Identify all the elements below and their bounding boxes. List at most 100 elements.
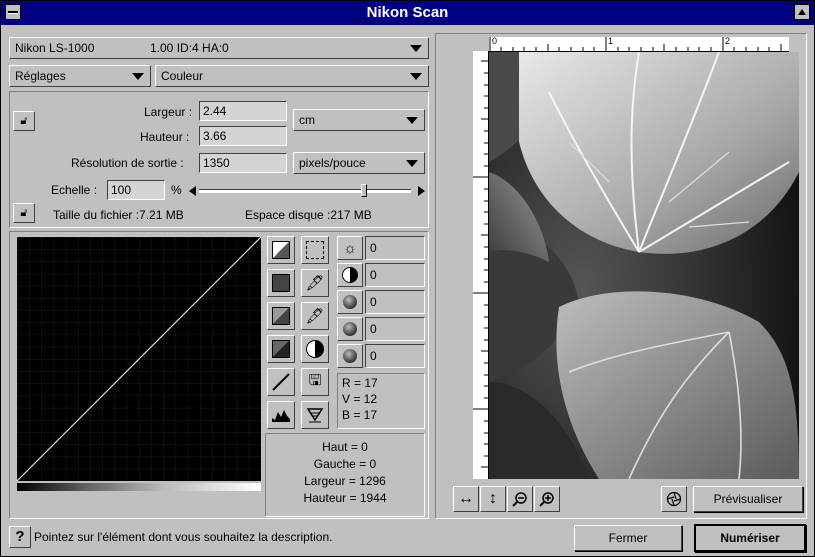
tool-contrast[interactable]	[301, 335, 329, 363]
red-balance-button[interactable]	[337, 290, 363, 314]
color-mode-label: Couleur	[161, 69, 204, 83]
device-name: Nikon LS-1000	[15, 41, 95, 55]
maximize-button[interactable]	[794, 4, 810, 20]
file-size: Taille du fichier :7.21 MB	[53, 208, 184, 222]
aperture-icon	[666, 491, 682, 507]
device-info: 1.00 ID:4 HA:0	[150, 41, 229, 55]
gray-gradient-bar	[17, 483, 261, 491]
chevron-down-icon	[410, 73, 422, 80]
fit-width-button[interactable]: ↔	[453, 486, 479, 512]
unit-label: cm	[299, 113, 315, 127]
auto-exposure-button[interactable]	[661, 486, 687, 512]
tool-histogram[interactable]	[267, 401, 295, 429]
tool-select-area[interactable]	[301, 236, 329, 264]
tool-curve-master[interactable]	[267, 236, 295, 264]
chevron-down-icon	[410, 45, 422, 52]
zoom-in-button[interactable]	[534, 486, 560, 512]
reglages-dropdown[interactable]: Réglages	[9, 65, 151, 87]
up-arrow-icon	[798, 9, 806, 15]
hauteur-field[interactable]: 3.66	[199, 126, 287, 146]
lock-icon: 🔓︎	[20, 206, 28, 219]
chevron-down-icon	[406, 117, 418, 124]
crop-left: Gauche = 0	[313, 457, 377, 471]
fit-height-button[interactable]: ↕	[480, 486, 506, 512]
scan-button[interactable]: Numériser	[694, 524, 806, 552]
help-icon[interactable]: ?	[9, 526, 31, 548]
slider-thumb[interactable]	[361, 184, 368, 197]
v-value: V = 12	[342, 392, 378, 406]
tool-linear-curve[interactable]	[267, 368, 295, 396]
curve-grid	[16, 236, 262, 482]
blue-balance-button[interactable]	[337, 344, 363, 368]
unit-dropdown[interactable]: cm	[293, 109, 425, 131]
horizontal-arrows-icon: ↔	[458, 490, 474, 507]
tool-save-curve[interactable]: 🖫︎	[301, 368, 329, 396]
blue-balance-value[interactable]: 0	[365, 344, 425, 368]
ruler-tick-1: 1	[608, 36, 614, 46]
green-balance-button[interactable]	[337, 317, 363, 341]
title-bar: Nikon Scan	[1, 1, 814, 25]
res-unit-label: pixels/pouce	[299, 156, 366, 170]
crop-width: Largeur = 1296	[304, 474, 386, 488]
device-dropdown[interactable]: Nikon LS-1000 1.00 ID:4 HA:0	[9, 37, 429, 59]
ruler-tick-2: 2	[725, 36, 731, 46]
contrast-button[interactable]	[337, 263, 363, 287]
nikon-scan-window: Nikon Scan Nikon LS-1000 1.00 ID:4 HA:0 …	[0, 0, 815, 557]
reglages-label: Réglages	[15, 69, 66, 83]
b-value: B = 17	[342, 408, 378, 422]
slider-left-arrow-icon	[189, 186, 196, 196]
slider-track	[199, 189, 411, 193]
zoom-out-button[interactable]	[507, 486, 533, 512]
ruler-vertical	[473, 51, 489, 479]
slider-right-arrow-icon	[418, 186, 425, 196]
echelle-field[interactable]: 100	[107, 180, 165, 200]
close-button[interactable]: Fermer	[574, 525, 682, 551]
scale-slider[interactable]	[187, 184, 427, 198]
red-balance-value[interactable]: 0	[365, 290, 425, 314]
chevron-down-icon	[132, 73, 144, 80]
curve-master-icon	[272, 241, 290, 259]
r-value: R = 17	[342, 376, 378, 390]
brightness-value[interactable]: 0	[365, 236, 425, 260]
tool-filter[interactable]	[301, 401, 329, 429]
lock-dimensions-button[interactable]: 🔓︎	[13, 111, 35, 131]
color-mode-dropdown[interactable]: Couleur	[155, 65, 429, 87]
tool-white-point[interactable]: 🖋︎	[301, 269, 329, 297]
echelle-label: Echelle :	[51, 183, 98, 197]
crop-height: Hauteur = 1944	[303, 491, 387, 505]
ruler-horizontal: 0 1 2	[489, 36, 789, 52]
preview-image[interactable]	[489, 52, 799, 479]
ruler-tick-0: 0	[492, 36, 498, 46]
eyedropper-black-icon: 🖋︎	[305, 308, 325, 325]
resolution-unit-dropdown[interactable]: pixels/pouce	[293, 152, 425, 174]
contrast-value[interactable]: 0	[365, 263, 425, 287]
green-balance-value[interactable]: 0	[365, 317, 425, 341]
curve-blue-icon	[272, 340, 290, 358]
brightness-button[interactable]: ☼	[337, 236, 363, 260]
tool-curve-blue[interactable]	[267, 335, 295, 363]
zoom-in-icon	[539, 492, 554, 507]
histogram-icon	[272, 410, 290, 422]
diagonal-line-icon	[272, 373, 290, 391]
status-help-text: Pointez sur l'élément dont vous souhaite…	[34, 530, 333, 544]
leaf-photo	[489, 52, 799, 479]
largeur-field[interactable]: 2.44	[199, 101, 287, 121]
hauteur-label: Hauteur :	[140, 130, 190, 144]
resolution-field[interactable]: 1350	[199, 153, 287, 173]
sun-icon: ☼	[343, 239, 357, 257]
tool-curve-green[interactable]	[267, 302, 295, 330]
curve-red-icon	[272, 274, 290, 292]
filter-icon	[307, 408, 323, 423]
tone-curve-graph[interactable]	[16, 236, 262, 482]
save-icon: 🖫︎	[308, 371, 322, 389]
disk-space: Espace disque :217 MB	[245, 208, 372, 222]
chevron-down-icon	[406, 160, 418, 167]
contrast-icon	[342, 267, 358, 283]
tool-curve-red[interactable]	[267, 269, 295, 297]
vertical-arrows-icon: ↕	[489, 490, 497, 507]
preview-button[interactable]: Prévisualiser	[693, 486, 803, 512]
tool-black-point[interactable]: 🖋︎	[301, 302, 329, 330]
green-ball-icon	[343, 322, 357, 336]
red-ball-icon	[343, 295, 357, 309]
lock-scale-button[interactable]: 🔓︎	[13, 203, 35, 223]
